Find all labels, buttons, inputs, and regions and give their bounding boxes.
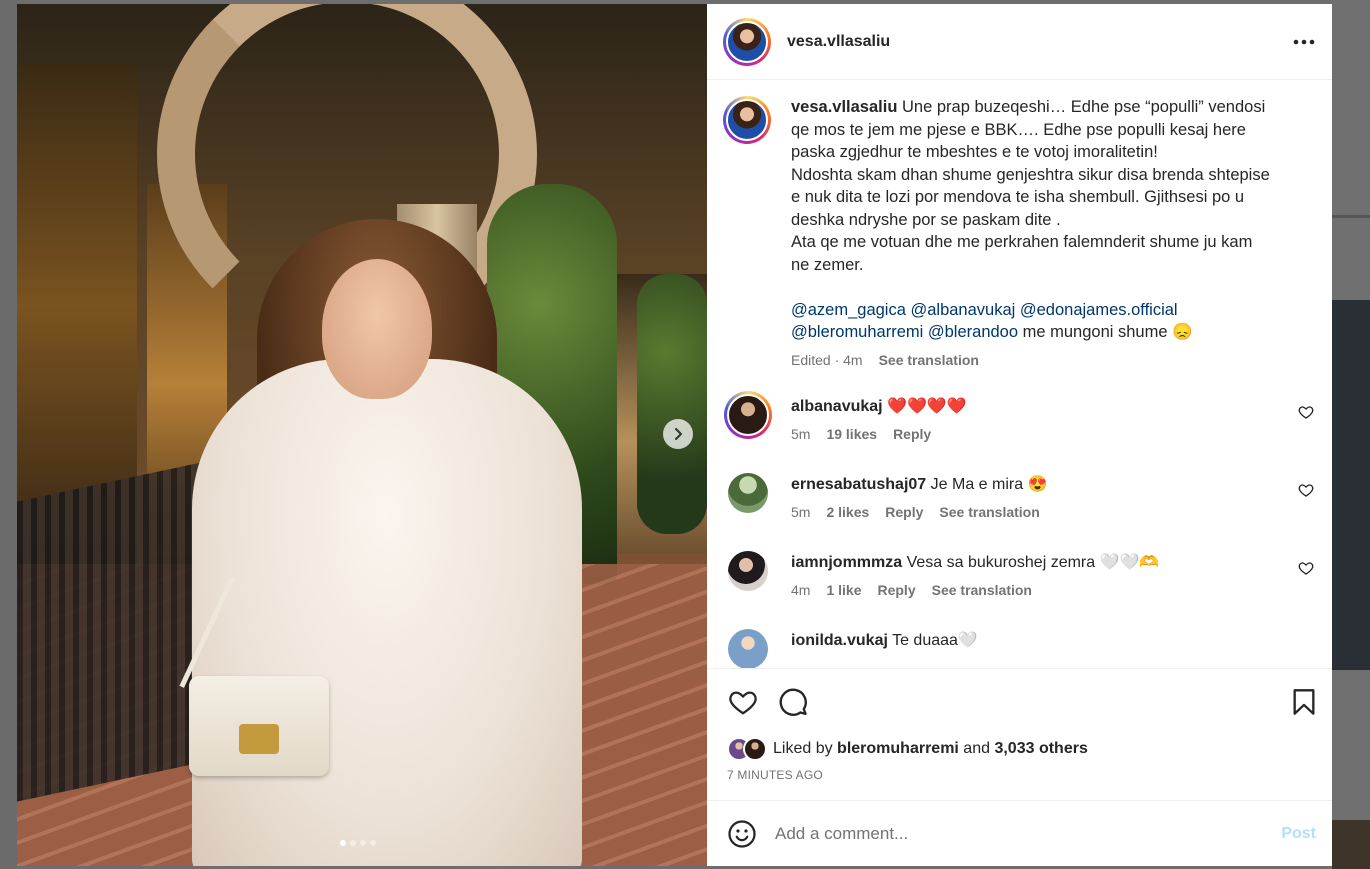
comment-likes[interactable]: 19 likes <box>826 426 877 442</box>
comment-avatar[interactable] <box>728 550 768 591</box>
comment-username[interactable]: ionilda.vukaj <box>791 632 888 649</box>
caption-author-avatar-image <box>726 99 768 141</box>
post-photo[interactable] <box>17 4 707 866</box>
comment-composer: Post <box>707 800 1332 866</box>
author-username[interactable]: vesa.vllasaliu <box>787 33 1292 51</box>
heart-icon <box>729 690 757 715</box>
comment-username[interactable]: albanavukaj <box>791 398 883 415</box>
caption-see-translation[interactable]: See translation <box>879 352 979 368</box>
author-avatar[interactable] <box>723 17 771 66</box>
caption-line: Une prap buzeqeshi… Edhe pse “populli” v… <box>902 98 1266 116</box>
likes-summary: Liked by bleromuharremi and 3,033 others <box>707 734 1332 764</box>
caption-line: paska zgjedhur te mbeshtes e te votoj im… <box>791 143 1158 161</box>
caption-line: ne zemer. <box>791 255 864 274</box>
liker-avatars[interactable] <box>727 737 767 761</box>
carousel-dot <box>370 840 376 846</box>
caption-mentions[interactable]: @bleromuharremi @blerandoo <box>791 323 1018 341</box>
comment-reply-button[interactable]: Reply <box>877 582 915 598</box>
comment-avatar[interactable] <box>728 472 768 513</box>
comment-meta: 4m 1 like Reply See translation <box>791 582 1316 598</box>
comment-button[interactable] <box>777 686 809 718</box>
comment-icon <box>779 688 807 716</box>
comment-likes[interactable]: 2 likes <box>826 504 869 520</box>
more-options-icon <box>1293 39 1315 44</box>
comment-avatar[interactable] <box>724 390 772 439</box>
comment-avatar-image <box>727 393 769 436</box>
like-button[interactable] <box>727 686 759 718</box>
caption-mentions[interactable]: @azem_gagica @albanavukaj @edonajames.of… <box>791 301 1178 319</box>
more-options-button[interactable] <box>1292 30 1316 54</box>
comment-reply-button[interactable]: Reply <box>885 504 923 520</box>
carousel-dot <box>350 840 356 846</box>
bg-feed-image-bottom <box>1332 820 1370 869</box>
comment-see-translation[interactable]: See translation <box>939 504 1039 520</box>
comment-time: 5m <box>791 503 811 520</box>
caption-author-avatar[interactable] <box>723 96 771 144</box>
caption: vesa.vllasaliu Une prap buzeqeshi… Edhe … <box>723 96 1316 368</box>
comment-item: ernesabatushaj07 Je Ma e mira 😍 5m 2 lik… <box>723 468 1316 520</box>
save-button[interactable] <box>1288 686 1320 718</box>
comment-item: albanavukaj ❤️❤️❤️❤️ 5m 19 likes Reply <box>723 390 1316 442</box>
carousel-indicator <box>340 840 376 846</box>
caption-line: qe mos te jem me pjese e BBK…. Edhe pse … <box>791 120 1246 139</box>
comment-username[interactable]: iamnjommmza <box>791 554 902 571</box>
liker-avatar <box>743 737 767 761</box>
author-avatar-image <box>726 20 768 63</box>
comment-likes[interactable]: 1 like <box>826 582 861 598</box>
caption-line: Ndoshta skam dhan shume genjeshtra sikur… <box>791 165 1270 184</box>
comment-avatar[interactable] <box>728 628 768 668</box>
photo-bg-tree-2 <box>637 274 707 534</box>
photo-handbag-clasp <box>239 724 279 754</box>
comment-meta: 5m 19 likes Reply <box>791 426 1316 442</box>
comment-text: ❤️❤️❤️❤️ <box>887 397 967 415</box>
caption-edited-time: Edited · 4m <box>791 351 863 368</box>
caption-username[interactable]: vesa.vllasaliu <box>791 98 897 116</box>
post-time-ago[interactable]: 7 MINUTES AGO <box>707 764 1332 788</box>
heart-icon[interactable] <box>1298 482 1314 498</box>
comment-text: Vesa sa bukuroshej zemra 🤍🤍🫶 <box>906 553 1160 571</box>
comment-time: 5m <box>791 425 811 442</box>
next-photo-button[interactable] <box>663 419 693 449</box>
caption-meta: Edited · 4m See translation <box>791 352 1316 368</box>
post-modal: vesa.vllasaliu vesa.vllasaliu Une prap b… <box>17 4 1332 866</box>
likes-user[interactable]: bleromuharremi <box>837 740 959 757</box>
bookmark-icon <box>1293 688 1315 715</box>
heart-icon[interactable] <box>1298 560 1314 576</box>
carousel-dot <box>360 840 366 846</box>
caption-line: deshka ndryshe por se paskam dite . <box>791 210 1061 229</box>
comment-see-translation[interactable]: See translation <box>932 582 1032 598</box>
post-actions-bar <box>707 668 1332 734</box>
photo-subject-face <box>322 259 432 399</box>
likes-text: Liked by bleromuharremi and 3,033 others <box>773 740 1088 758</box>
comment-item: iamnjommmza Vesa sa bukuroshej zemra 🤍🤍🫶… <box>723 546 1316 598</box>
bg-left-strip <box>0 0 17 869</box>
bg-feed-image <box>1332 300 1370 670</box>
heart-icon[interactable] <box>1298 404 1314 420</box>
comment-input[interactable] <box>775 823 1282 844</box>
comment-text: Te duaaa🤍 <box>892 631 978 649</box>
comment-reply-button[interactable]: Reply <box>893 426 931 442</box>
chevron-right-icon <box>675 428 682 440</box>
comments-scroll-area[interactable]: vesa.vllasaliu Une prap buzeqeshi… Edhe … <box>707 80 1332 668</box>
caption-line: Ata qe me votuan dhe me perkrahen falemn… <box>791 233 1253 251</box>
comment-time: 4m <box>791 581 811 598</box>
likes-middle: and <box>958 740 995 757</box>
comment-text: Je Ma e mira 😍 <box>930 475 1048 493</box>
carousel-dot <box>340 840 346 846</box>
emoji-icon[interactable] <box>727 819 757 849</box>
comment-meta: 5m 2 likes Reply See translation <box>791 504 1316 520</box>
post-comment-button[interactable]: Post <box>1281 825 1316 843</box>
post-side-panel: vesa.vllasaliu vesa.vllasaliu Une prap b… <box>707 4 1332 866</box>
likes-prefix: Liked by <box>773 740 838 757</box>
caption-text: vesa.vllasaliu Une prap buzeqeshi… Edhe … <box>791 96 1301 344</box>
caption-mentions-tail: me mungoni shume 😞 <box>1018 323 1193 341</box>
comment-item: ionilda.vukaj Te duaaa🤍 <box>723 624 1316 668</box>
post-header: vesa.vllasaliu <box>707 4 1332 80</box>
bg-divider <box>1332 215 1370 218</box>
caption-line: e nuk dita te lozi por mendova te isha s… <box>791 188 1245 206</box>
comment-username[interactable]: ernesabatushaj07 <box>791 476 926 493</box>
likes-others[interactable]: 3,033 others <box>994 740 1087 757</box>
